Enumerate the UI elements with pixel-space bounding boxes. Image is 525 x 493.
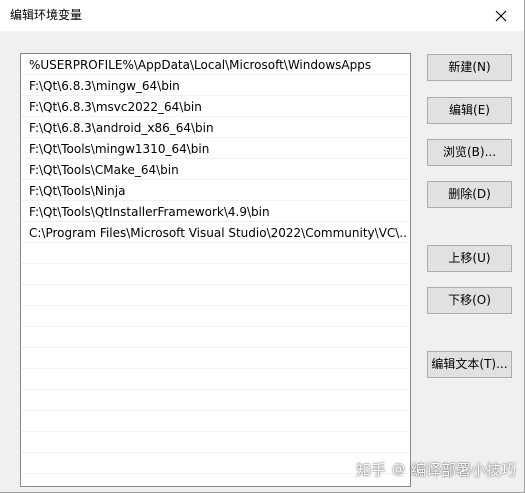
dialog-title: 编辑环境变量 (10, 8, 83, 22)
list-item[interactable]: F:\Qt\6.8.3\android_x86_64\bin (22, 118, 409, 138)
empty-row[interactable] (22, 265, 409, 285)
close-icon (495, 10, 507, 21)
title-bar[interactable]: 编辑环境变量 (0, 0, 524, 31)
empty-row[interactable] (22, 433, 409, 453)
new-button[interactable]: 新建(N) (427, 54, 512, 81)
path-list[interactable]: %USERPROFILE%\AppData\Local\Microsoft\Wi… (20, 53, 411, 487)
watermark-site: 知乎 (356, 460, 387, 479)
edit-env-var-dialog: 编辑环境变量 %USERPROFILE%\AppData\Local\Micro… (0, 0, 525, 493)
path-entry: %USERPROFILE%\AppData\Local\Microsoft\Wi… (29, 58, 372, 72)
list-item[interactable]: F:\Qt\6.8.3\msvc2022_64\bin (22, 97, 409, 117)
list-item[interactable]: F:\Qt\Tools\CMake_64\bin (22, 160, 409, 180)
path-entry: F:\Qt\Tools\CMake_64\bin (29, 163, 179, 177)
move-up-button[interactable]: 上移(U) (427, 245, 512, 272)
edit-text-button[interactable]: 编辑文本(T)... (427, 351, 512, 378)
watermark-author: 编译部署小技巧 (411, 460, 517, 479)
empty-row[interactable] (22, 349, 409, 369)
list-item[interactable]: F:\Qt\Tools\mingw1310_64\bin (22, 139, 409, 159)
path-entry: F:\Qt\Tools\QtInstallerFramework\4.9\bin (29, 205, 270, 219)
empty-row[interactable] (22, 244, 409, 264)
list-item[interactable]: F:\Qt\6.8.3\mingw_64\bin (22, 76, 409, 96)
browse-button[interactable]: 浏览(B)... (427, 139, 512, 166)
empty-row[interactable] (22, 412, 409, 432)
list-item[interactable]: C:\Program Files\Microsoft Visual Studio… (22, 223, 409, 243)
empty-row[interactable] (22, 307, 409, 327)
list-item[interactable]: %USERPROFILE%\AppData\Local\Microsoft\Wi… (22, 55, 409, 75)
delete-button[interactable]: 删除(D) (427, 181, 512, 208)
path-entry: F:\Qt\6.8.3\mingw_64\bin (29, 79, 180, 93)
empty-row[interactable] (22, 454, 409, 474)
empty-row[interactable] (22, 286, 409, 306)
path-entry: F:\Qt\Tools\Ninja (29, 184, 126, 198)
watermark: 知乎 @ 编译部署小技巧 (356, 458, 516, 480)
list-item[interactable]: F:\Qt\Tools\Ninja (22, 181, 409, 201)
path-entry: F:\Qt\Tools\mingw1310_64\bin (29, 142, 210, 156)
close-button[interactable] (478, 0, 524, 31)
path-entry: F:\Qt\6.8.3\msvc2022_64\bin (29, 100, 202, 114)
empty-row[interactable] (22, 370, 409, 390)
path-entry: C:\Program Files\Microsoft Visual Studio… (29, 226, 407, 240)
move-down-button[interactable]: 下移(O) (427, 287, 512, 314)
empty-row[interactable] (22, 328, 409, 348)
path-entry: F:\Qt\6.8.3\android_x86_64\bin (29, 121, 214, 135)
watermark-separator: @ (392, 461, 406, 477)
list-item[interactable]: F:\Qt\Tools\QtInstallerFramework\4.9\bin (22, 202, 409, 222)
edit-button[interactable]: 编辑(E) (427, 97, 512, 124)
empty-row[interactable] (22, 391, 409, 411)
